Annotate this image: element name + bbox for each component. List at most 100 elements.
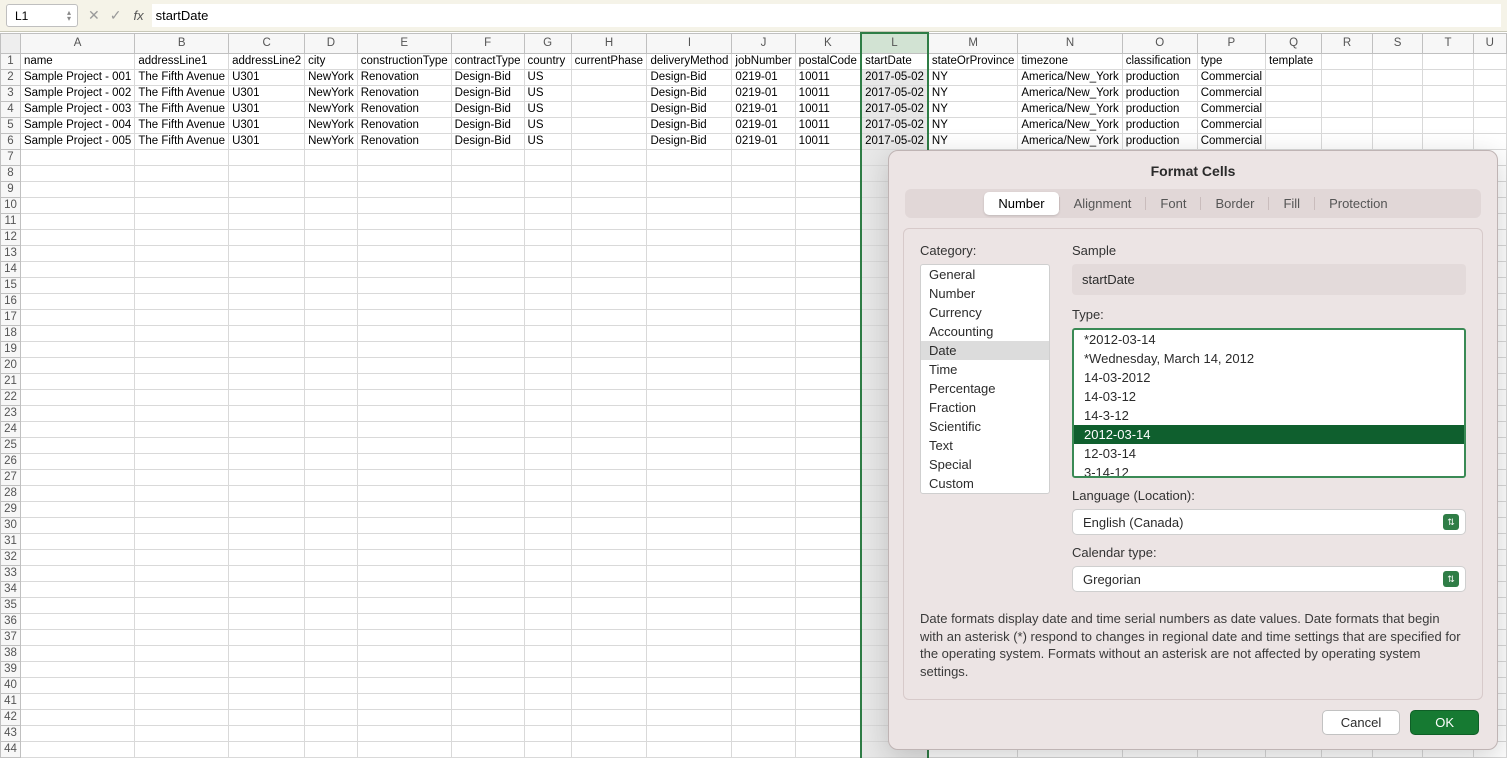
cell[interactable] — [647, 341, 732, 357]
cell[interactable] — [451, 597, 524, 613]
cell[interactable] — [305, 613, 358, 629]
cell[interactable] — [357, 453, 451, 469]
cell[interactable] — [229, 229, 305, 245]
cell[interactable] — [571, 101, 647, 117]
cell[interactable] — [795, 357, 861, 373]
cell[interactable] — [571, 581, 647, 597]
cell[interactable] — [305, 517, 358, 533]
cell[interactable] — [20, 453, 134, 469]
cell[interactable] — [229, 293, 305, 309]
cell[interactable] — [732, 197, 795, 213]
cell[interactable] — [20, 229, 134, 245]
cell[interactable] — [451, 165, 524, 181]
cell[interactable] — [229, 645, 305, 661]
cell[interactable] — [135, 549, 229, 565]
row-header[interactable]: 23 — [1, 405, 21, 421]
cell[interactable] — [647, 309, 732, 325]
cell[interactable] — [647, 709, 732, 725]
cell[interactable] — [357, 693, 451, 709]
cell[interactable] — [20, 661, 134, 677]
cell[interactable] — [571, 677, 647, 693]
cell[interactable] — [135, 309, 229, 325]
cell[interactable] — [451, 549, 524, 565]
cell[interactable] — [524, 693, 571, 709]
cell[interactable] — [732, 149, 795, 165]
cell[interactable] — [20, 405, 134, 421]
cell[interactable] — [229, 309, 305, 325]
column-header[interactable]: H — [571, 33, 647, 53]
cell[interactable] — [135, 261, 229, 277]
cell[interactable]: US — [524, 117, 571, 133]
cancel-button[interactable]: Cancel — [1322, 710, 1400, 735]
cell[interactable] — [732, 693, 795, 709]
cell[interactable] — [229, 405, 305, 421]
cell[interactable] — [305, 485, 358, 501]
cell[interactable] — [229, 693, 305, 709]
cell[interactable] — [795, 405, 861, 421]
cell[interactable] — [571, 693, 647, 709]
tab-number[interactable]: Number — [984, 192, 1058, 215]
cell[interactable] — [357, 421, 451, 437]
cell[interactable] — [524, 165, 571, 181]
cell[interactable] — [20, 149, 134, 165]
tab-fill[interactable]: Fill — [1269, 192, 1314, 215]
name-box[interactable]: L1 ▴▾ — [6, 4, 78, 27]
cell[interactable]: Sample Project - 004 — [20, 117, 134, 133]
cell[interactable]: 2017-05-02 — [861, 101, 928, 117]
column-header[interactable]: L — [861, 33, 928, 53]
cell[interactable] — [571, 453, 647, 469]
cell[interactable] — [795, 261, 861, 277]
cell[interactable] — [357, 565, 451, 581]
cell[interactable] — [1266, 117, 1322, 133]
cancel-formula-icon[interactable]: ✕ — [88, 7, 100, 24]
cell[interactable] — [524, 229, 571, 245]
cell[interactable] — [732, 245, 795, 261]
row-header[interactable]: 9 — [1, 181, 21, 197]
cell[interactable] — [571, 389, 647, 405]
cell[interactable] — [524, 181, 571, 197]
cell[interactable] — [732, 229, 795, 245]
cell[interactable] — [524, 581, 571, 597]
cell[interactable] — [732, 357, 795, 373]
cell[interactable] — [305, 229, 358, 245]
cell[interactable] — [20, 501, 134, 517]
cell[interactable] — [795, 197, 861, 213]
formula-input[interactable]: startDate — [152, 4, 1501, 27]
cell[interactable] — [524, 645, 571, 661]
cell[interactable]: stateOrProvince — [928, 53, 1018, 69]
row-header[interactable]: 31 — [1, 533, 21, 549]
cell[interactable] — [305, 213, 358, 229]
column-header[interactable]: O — [1122, 33, 1197, 53]
category-item[interactable]: Date — [921, 341, 1049, 360]
cell[interactable] — [1473, 69, 1506, 85]
row-header[interactable]: 3 — [1, 85, 21, 101]
cell[interactable] — [647, 325, 732, 341]
cell[interactable] — [135, 437, 229, 453]
cell[interactable] — [524, 453, 571, 469]
cell[interactable]: Sample Project - 003 — [20, 101, 134, 117]
row-header[interactable]: 5 — [1, 117, 21, 133]
cell[interactable] — [732, 581, 795, 597]
cell[interactable] — [451, 661, 524, 677]
cell[interactable] — [229, 213, 305, 229]
cell[interactable] — [647, 613, 732, 629]
cell[interactable]: Design-Bid — [451, 101, 524, 117]
cell[interactable] — [357, 213, 451, 229]
cell[interactable] — [524, 309, 571, 325]
cell[interactable] — [305, 309, 358, 325]
cell[interactable]: Design-Bid — [451, 69, 524, 85]
cell[interactable]: jobNumber — [732, 53, 795, 69]
cell[interactable]: Design-Bid — [647, 85, 732, 101]
cell[interactable]: The Fifth Avenue — [135, 117, 229, 133]
cell[interactable] — [305, 341, 358, 357]
cell[interactable] — [795, 629, 861, 645]
cell[interactable]: 2017-05-02 — [861, 85, 928, 101]
cell[interactable]: Design-Bid — [451, 133, 524, 149]
tab-protection[interactable]: Protection — [1315, 192, 1402, 215]
cell[interactable]: The Fifth Avenue — [135, 101, 229, 117]
cell[interactable] — [357, 661, 451, 677]
cell[interactable] — [229, 245, 305, 261]
cell[interactable] — [20, 565, 134, 581]
cell[interactable]: 10011 — [795, 133, 861, 149]
cell[interactable] — [451, 501, 524, 517]
